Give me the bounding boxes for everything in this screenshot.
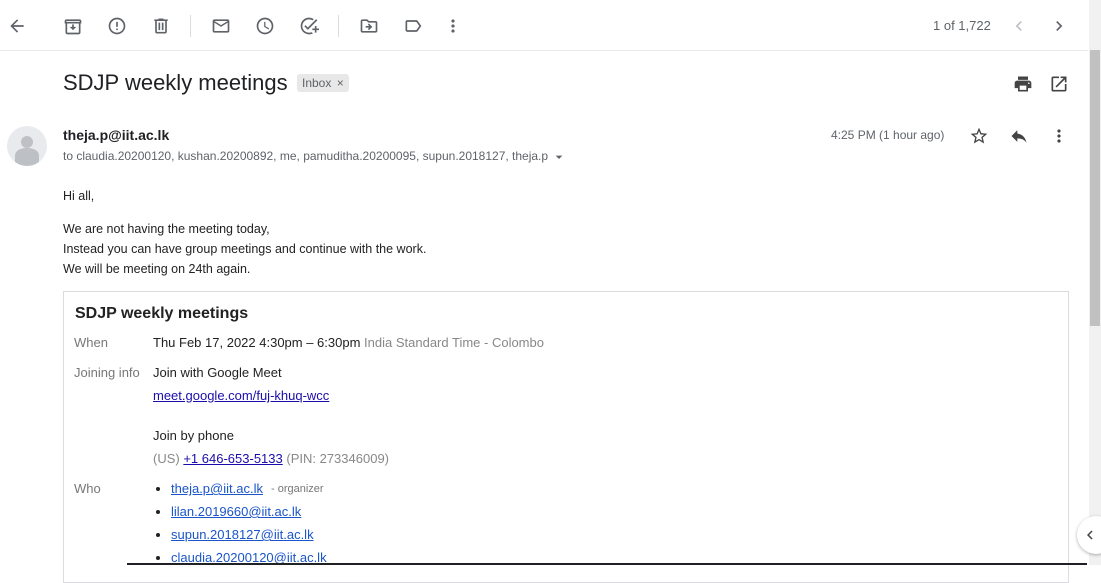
chevron-right-icon[interactable] xyxy=(1047,14,1071,38)
mark-unread-icon[interactable] xyxy=(209,14,233,38)
phone-row: (US) +1 646-653-5133 (PIN: 273346009) xyxy=(153,451,389,466)
chevron-left-icon[interactable] xyxy=(1007,14,1031,38)
back-arrow-icon[interactable] xyxy=(5,14,29,38)
guest-email: theja.p@iit.ac.lk xyxy=(171,481,263,496)
toolbar-divider xyxy=(190,15,191,37)
star-icon[interactable] xyxy=(967,124,991,148)
meet-link[interactable]: meet.google.com/fuj-khuq-wcc xyxy=(153,388,329,403)
email-greeting: Hi all, xyxy=(63,189,95,203)
label-chip-text: Inbox xyxy=(302,76,332,90)
report-spam-icon[interactable] xyxy=(105,14,129,38)
phone-link[interactable]: +1 646-653-5133 xyxy=(183,451,282,466)
meet-link-row: meet.google.com/fuj-khuq-wcc xyxy=(153,388,329,403)
toolbar: 1 of 1,722 xyxy=(0,0,1088,51)
organizer-tag: - organizer xyxy=(271,483,324,495)
bullet xyxy=(156,556,160,560)
join-phone-text: Join by phone xyxy=(153,428,234,443)
phone-pin: (PIN: 273346009) xyxy=(286,451,389,466)
scrollbar-thumb[interactable] xyxy=(1090,50,1100,326)
bullet xyxy=(156,533,160,537)
chevron-left-icon xyxy=(1087,530,1093,540)
reply-icon[interactable] xyxy=(1007,124,1031,148)
avatar[interactable] xyxy=(7,126,47,166)
joining-info-label: Joining info xyxy=(74,365,140,380)
more-vert-icon[interactable] xyxy=(441,14,465,38)
join-meet-text: Join with Google Meet xyxy=(153,365,282,380)
recipients-text: to claudia.20200120, kushan.20200892, me… xyxy=(63,149,549,164)
bullet xyxy=(156,487,160,491)
snooze-icon[interactable] xyxy=(253,14,277,38)
invite-title[interactable]: SDJP weekly meetings xyxy=(75,305,248,323)
guest-email-link[interactable]: lilan.2019660@iit.ac.lk xyxy=(171,504,301,519)
toolbar-divider xyxy=(338,15,339,37)
when-label: When xyxy=(74,335,108,350)
print-icon[interactable] xyxy=(1011,72,1035,96)
calendar-invite-card: SDJP weekly meetings When Thu Feb 17, 20… xyxy=(63,291,1069,583)
email-body-line: Instead you can have group meetings and … xyxy=(63,242,427,256)
bullet xyxy=(156,510,160,514)
pagination-count: 1 of 1,722 xyxy=(933,18,991,33)
inbox-label-chip[interactable]: Inbox × xyxy=(297,74,349,92)
recipients-list[interactable]: to claudia.20200120, kushan.20200892, me… xyxy=(63,149,567,165)
dropdown-icon[interactable] xyxy=(551,149,567,165)
who-label: Who xyxy=(74,481,101,496)
when-timezone: India Standard Time - Colombo xyxy=(364,335,544,350)
sender-email[interactable]: theja.p@iit.ac.lk xyxy=(63,127,169,143)
more-vert-icon[interactable] xyxy=(1047,124,1071,148)
move-to-icon[interactable] xyxy=(357,14,381,38)
when-value: Thu Feb 17, 2022 4:30pm – 6:30pm India S… xyxy=(153,335,544,350)
avatar-icon xyxy=(15,136,39,166)
email-body-line: We will be meeting on 24th again. xyxy=(63,262,251,276)
scrollbar[interactable] xyxy=(1089,0,1101,565)
email-subject: SDJP weekly meetings xyxy=(63,70,288,95)
phone-country: (US) xyxy=(153,451,180,466)
guest-email-link[interactable]: theja.p@iit.ac.lk xyxy=(171,481,263,496)
when-datetime: Thu Feb 17, 2022 4:30pm – 6:30pm xyxy=(153,335,361,350)
guest-email-link[interactable]: supun.2018127@iit.ac.lk xyxy=(171,527,314,542)
email-timestamp: 4:25 PM (1 hour ago) xyxy=(831,128,945,142)
email-body-line: We are not having the meeting today, xyxy=(63,222,270,236)
archive-icon[interactable] xyxy=(61,14,85,38)
label-icon[interactable] xyxy=(401,14,425,38)
open-new-window-icon[interactable] xyxy=(1047,72,1071,96)
side-panel-toggle[interactable] xyxy=(1077,516,1101,554)
add-task-icon[interactable] xyxy=(297,14,321,38)
label-remove-icon[interactable]: × xyxy=(337,76,344,90)
delete-icon[interactable] xyxy=(149,14,173,38)
